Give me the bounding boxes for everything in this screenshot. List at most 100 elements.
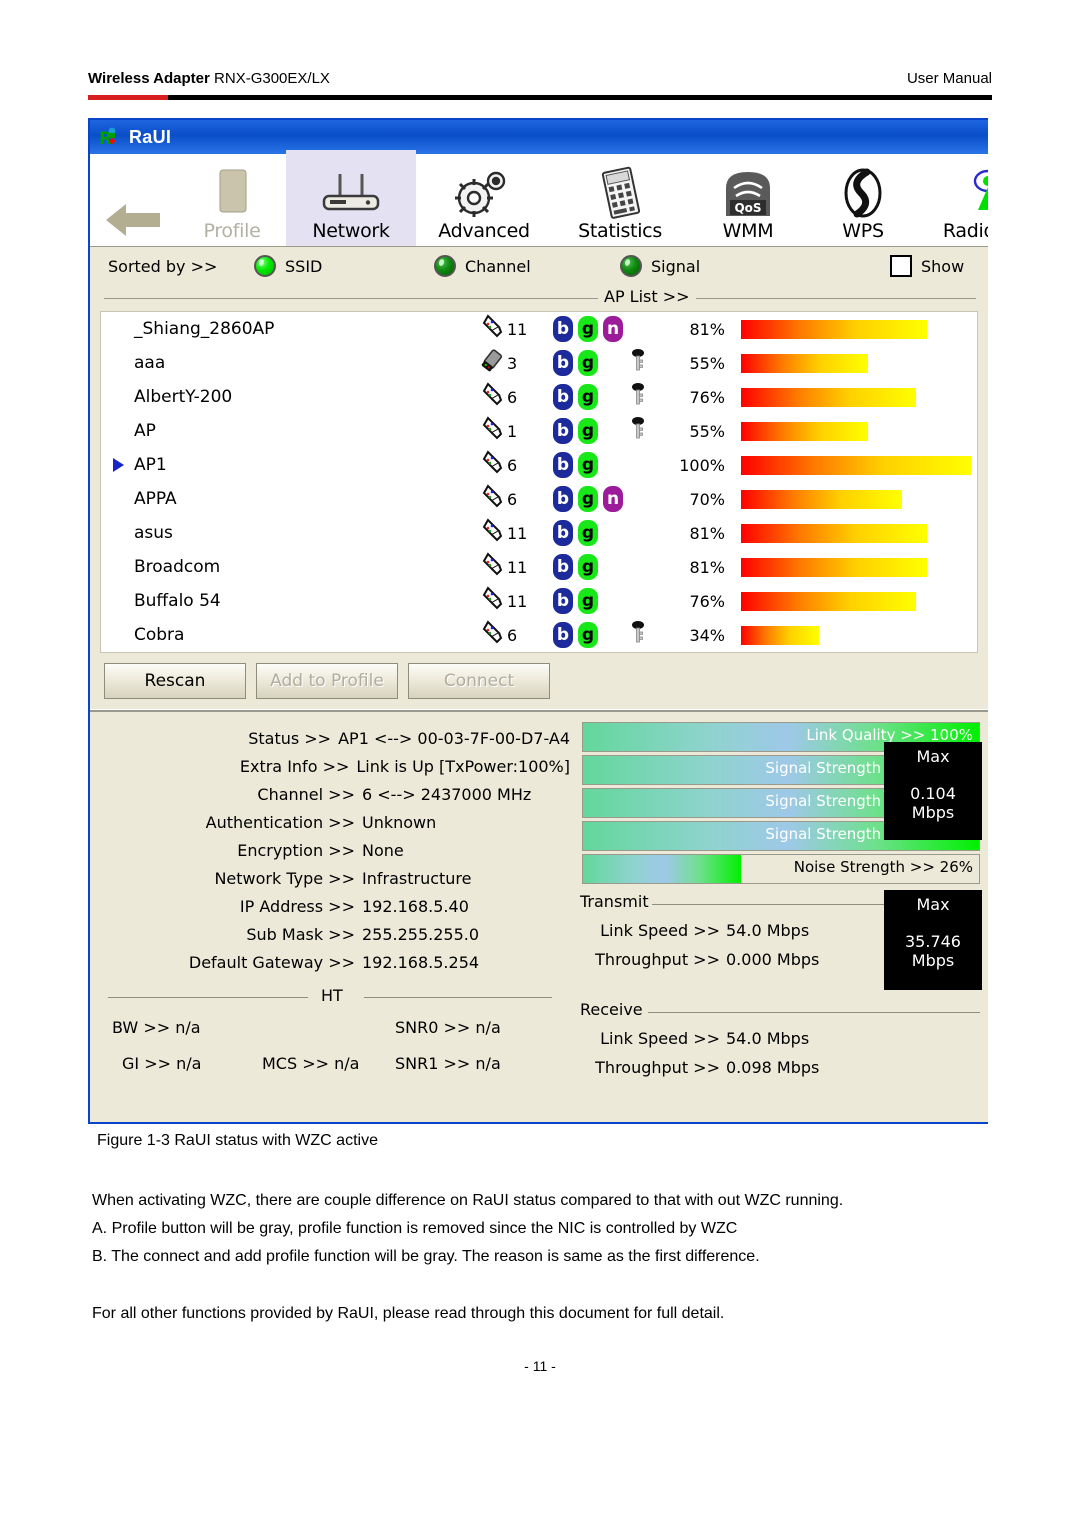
receive-title: Receive: [580, 1000, 649, 1019]
ap-mode-badges: bg: [553, 622, 598, 648]
ap-channel-number: 11: [507, 591, 528, 611]
ap-ssid: aaa: [134, 353, 166, 373]
ap-mode-badge-b: b: [553, 452, 573, 478]
ap-mode-badge-g: g: [578, 520, 598, 546]
toolbar-item-advanced[interactable]: Advanced: [416, 150, 552, 246]
status-meters-column: Link Quality >> 100% Signal Strength 1 >>…: [570, 712, 988, 1122]
toolbar-back-button[interactable]: [90, 150, 178, 246]
ap-list-rule-right: [690, 298, 976, 299]
gears-icon: [448, 164, 520, 220]
ap-signal-percent: 76%: [689, 387, 725, 407]
ap-list-row[interactable]: Cobra 6 b g 34%: [101, 618, 977, 652]
page-header-right: User Manual: [906, 70, 992, 87]
ap-mode-badge-n: n: [603, 316, 623, 342]
ht-snr1: SNR1 >> n/a: [395, 1054, 501, 1073]
ap-list-row[interactable]: AP1 6 b g 100%: [101, 448, 977, 482]
toolbar-item-wmm[interactable]: QoS WMM: [688, 150, 808, 246]
ap-list-row[interactable]: Buffalo 54 11 b g 76%: [101, 584, 977, 618]
ap-channel-number: 6: [507, 455, 518, 475]
ap-list-header: AP List >>: [90, 285, 988, 311]
status-row-key: Encryption >>: [237, 840, 355, 860]
status-row-key: Default Gateway >>: [188, 952, 355, 972]
status-row: IP Address >> 192.168.5.40: [90, 892, 570, 920]
ap-channel-cell: 11: [479, 313, 527, 345]
transmit-max-unit: Mbps: [911, 803, 955, 822]
ap-mode-badges: bg: [553, 418, 598, 444]
ht-section-title: HT: [314, 986, 350, 1005]
ap-mode-badges: bgn: [553, 316, 623, 342]
toolbar-label-wps: WPS: [842, 220, 884, 242]
ap-list-row[interactable]: AlbertY-200 6 b g 76%: [101, 380, 977, 414]
ap-icon: [479, 449, 505, 481]
ap-list-row[interactable]: _Shiang_2860AP 11 b g n 81%: [101, 312, 977, 346]
ap-list-row[interactable]: AP 1 b g 55%: [101, 414, 977, 448]
radio-antenna-icon: [962, 164, 988, 220]
show-checkbox[interactable]: [890, 255, 912, 277]
ap-ssid: AP: [134, 421, 156, 441]
ht-snr0: SNR0 >> n/a: [395, 1018, 501, 1037]
ap-signal-percent: 100%: [679, 455, 725, 475]
status-row-key: IP Address >>: [239, 896, 355, 916]
receive-link-speed-key: Link Speed >>: [600, 1029, 720, 1048]
rescan-button[interactable]: Rescan: [104, 663, 246, 699]
ap-mode-badge-g: g: [578, 588, 598, 614]
toolbar-item-network[interactable]: Network: [286, 150, 416, 246]
ap-mode-badge-b: b: [553, 418, 573, 444]
wps-icon: [837, 164, 889, 220]
ap-list[interactable]: _Shiang_2860AP 11 b g n 81% aaa 3 b g 55% AlbertY-2…: [100, 311, 978, 653]
ht-section-divider: HT: [108, 986, 552, 1008]
sort-option-signal[interactable]: Signal: [620, 255, 700, 277]
show-checkbox-group[interactable]: Show: [890, 255, 964, 277]
add-to-profile-button: Add to Profile: [256, 663, 398, 699]
ap-channel-cell: 6: [479, 381, 517, 413]
status-row-key: Authentication >>: [205, 812, 355, 832]
ht-rule-left: [108, 997, 308, 998]
status-row: Extra Info >> Link is Up [TxPower:100%]: [90, 752, 570, 780]
transmit-max-box: Max 0.104 Mbps: [884, 742, 982, 840]
ap-signal-percent: 55%: [689, 421, 725, 441]
status-row-key: Channel >>: [257, 784, 355, 804]
sort-option-channel-label: Channel: [465, 256, 531, 276]
ap-signal-percent: 70%: [689, 489, 725, 509]
meter-fill: [583, 855, 742, 883]
toolbar-item-radio-toggle[interactable]: Radio On/: [918, 150, 988, 246]
toolbar-item-statistics[interactable]: Statistics: [552, 150, 688, 246]
transmit-title: Transmit: [580, 892, 655, 911]
radio-channel-icon[interactable]: [434, 255, 456, 277]
transmit-link-speed-value: 54.0 Mbps: [726, 921, 810, 940]
sort-option-channel[interactable]: Channel: [434, 255, 531, 277]
ap-signal-percent: 81%: [689, 523, 725, 543]
toolbar-item-wps[interactable]: WPS: [808, 150, 918, 246]
sort-option-signal-label: Signal: [651, 256, 701, 276]
ap-channel-cell: 6: [479, 483, 517, 515]
lock-key-icon: [629, 620, 647, 651]
receive-header: Receive: [580, 1000, 980, 1024]
ap-list-row[interactable]: aaa 3 b g 55%: [101, 346, 977, 380]
toolbar-item-profile[interactable]: Profile: [178, 150, 286, 246]
ap-mode-badge-b: b: [553, 384, 573, 410]
header-rule: [88, 95, 992, 100]
ap-list-row[interactable]: APPA 6 b g n 70%: [101, 482, 977, 516]
radio-ssid-icon[interactable]: [254, 255, 276, 277]
calculator-icon: [591, 164, 649, 220]
ap-icon: [479, 313, 505, 345]
ap-ssid: Cobra: [134, 625, 185, 645]
status-row-value: 255.255.255.0: [362, 924, 480, 944]
ap-list-row[interactable]: asus 11 b g 81%: [101, 516, 977, 550]
status-row: Encryption >> None: [90, 836, 570, 864]
window-titlebar: R RaUI: [90, 120, 988, 154]
ap-ssid: Buffalo 54: [134, 591, 221, 611]
ap-mode-badge-b: b: [553, 350, 573, 376]
ap-icon: [479, 381, 505, 413]
show-checkbox-label: Show: [921, 256, 965, 276]
status-row: Channel >> 6 <--> 2437000 MHz: [90, 780, 570, 808]
sort-option-ssid[interactable]: SSID: [254, 255, 322, 277]
ap-list-row[interactable]: Broadcom 11 b g 81%: [101, 550, 977, 584]
status-row-value: None: [362, 840, 404, 860]
receive-throughput-row: Throughput >> 0.098 Mbps: [570, 1053, 988, 1082]
radio-signal-icon[interactable]: [620, 255, 642, 277]
ap-channel-cell: 11: [479, 551, 527, 583]
svg-text:QoS: QoS: [734, 201, 761, 215]
transmit-throughput-key: Throughput >>: [595, 950, 720, 969]
ap-security-cell: [628, 416, 648, 447]
